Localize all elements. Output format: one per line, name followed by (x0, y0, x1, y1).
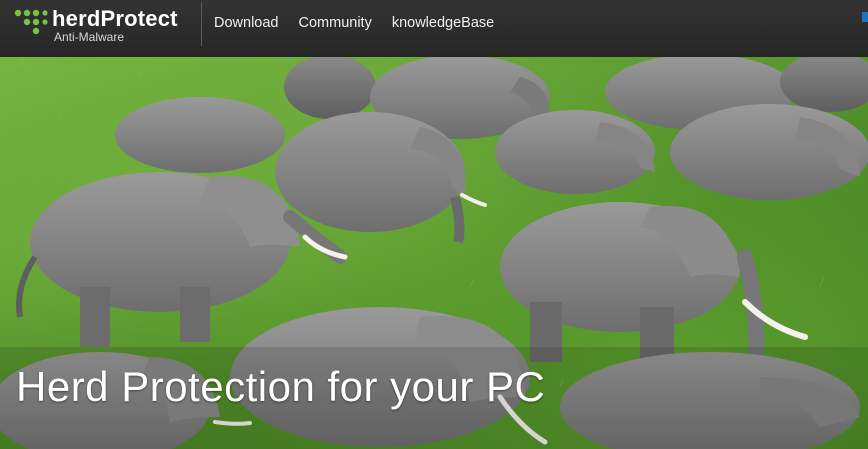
main-nav: Download Community knowledgeBase (214, 15, 494, 31)
herd-dots-logo-icon (14, 9, 48, 35)
nav-link-knowledgebase[interactable]: knowledgeBase (392, 15, 494, 31)
brand-tagline: Anti-Malware (54, 30, 125, 44)
top-right-tab-marker (862, 12, 868, 22)
brand-name: herdProtect (52, 6, 178, 31)
top-navigation-bar: herdProtect Anti-Malware Download Commun… (0, 0, 868, 58)
nav-divider (201, 2, 202, 46)
brand-logo[interactable]: herdProtect Anti-Malware (14, 6, 204, 48)
hero-banner: Herd Protection for your PC (0, 57, 868, 449)
hero-headline: Herd Protection for your PC (16, 363, 546, 410)
nav-link-community[interactable]: Community (299, 15, 372, 31)
nav-link-download[interactable]: Download (214, 15, 279, 31)
